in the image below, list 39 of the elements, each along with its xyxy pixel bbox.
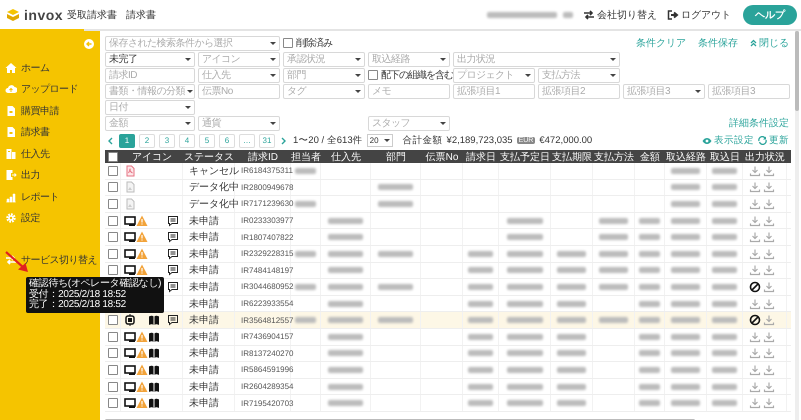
checkbox-label: 削除済み: [296, 36, 332, 50]
checkbox-label: 配下の組織を含む: [381, 68, 453, 82]
result-range: 1〜20 / 全613件: [293, 134, 363, 147]
invoice-id: IR5864591996: [241, 365, 294, 374]
invoice-id: IR7195420703: [241, 398, 294, 408]
status-text: キャンセル: [189, 164, 239, 178]
product-name: 受取請求書: [67, 8, 118, 22]
invoice-id: IR6223933554: [241, 299, 294, 308]
status-text: 未申請: [189, 346, 219, 360]
invoice-id: IR7484148197: [241, 266, 294, 275]
status-text: 未申請: [189, 298, 219, 311]
invoice-id: IR7436904157: [241, 332, 294, 342]
status-text: 未申請: [189, 230, 219, 244]
invoice-id: IR2800949678: [241, 182, 294, 192]
total-amount: ¥2,189,723,035: [446, 135, 513, 146]
total-label: 合計金額: [402, 134, 443, 147]
status-text: 未申請: [189, 314, 219, 328]
status-text: データ化中: [189, 180, 239, 194]
invoice-id: IR3044680952: [241, 282, 294, 292]
status-text: 未申請: [189, 380, 219, 394]
invoice-id: IR2329228315: [241, 249, 294, 258]
invoice-id: IR8137240270: [241, 348, 294, 358]
status-text: 未申請: [189, 330, 219, 344]
breadcrumb: 請求書: [126, 8, 156, 22]
status-text: 未申請: [189, 248, 219, 261]
foreign-total: €472,000.00: [539, 135, 592, 146]
status-text: データ化中: [189, 198, 239, 211]
invoice-id: IR1807407822: [241, 232, 294, 242]
invoice-id: IR6184375311: [241, 166, 293, 176]
status-text: 未申請: [189, 396, 219, 410]
status-text: 未申請: [189, 280, 219, 294]
status-text: 未申請: [189, 264, 219, 278]
invoice-id: IR7171239630: [241, 199, 294, 208]
status-text: 未申請: [189, 364, 219, 377]
invoice-id: IR3564812557: [241, 316, 294, 325]
status-text: 未申請: [189, 214, 219, 228]
invoice-id: IR0233303977: [241, 216, 294, 226]
logo-text: invox: [24, 6, 64, 22]
invoice-id: IR2604289354: [241, 382, 294, 392]
